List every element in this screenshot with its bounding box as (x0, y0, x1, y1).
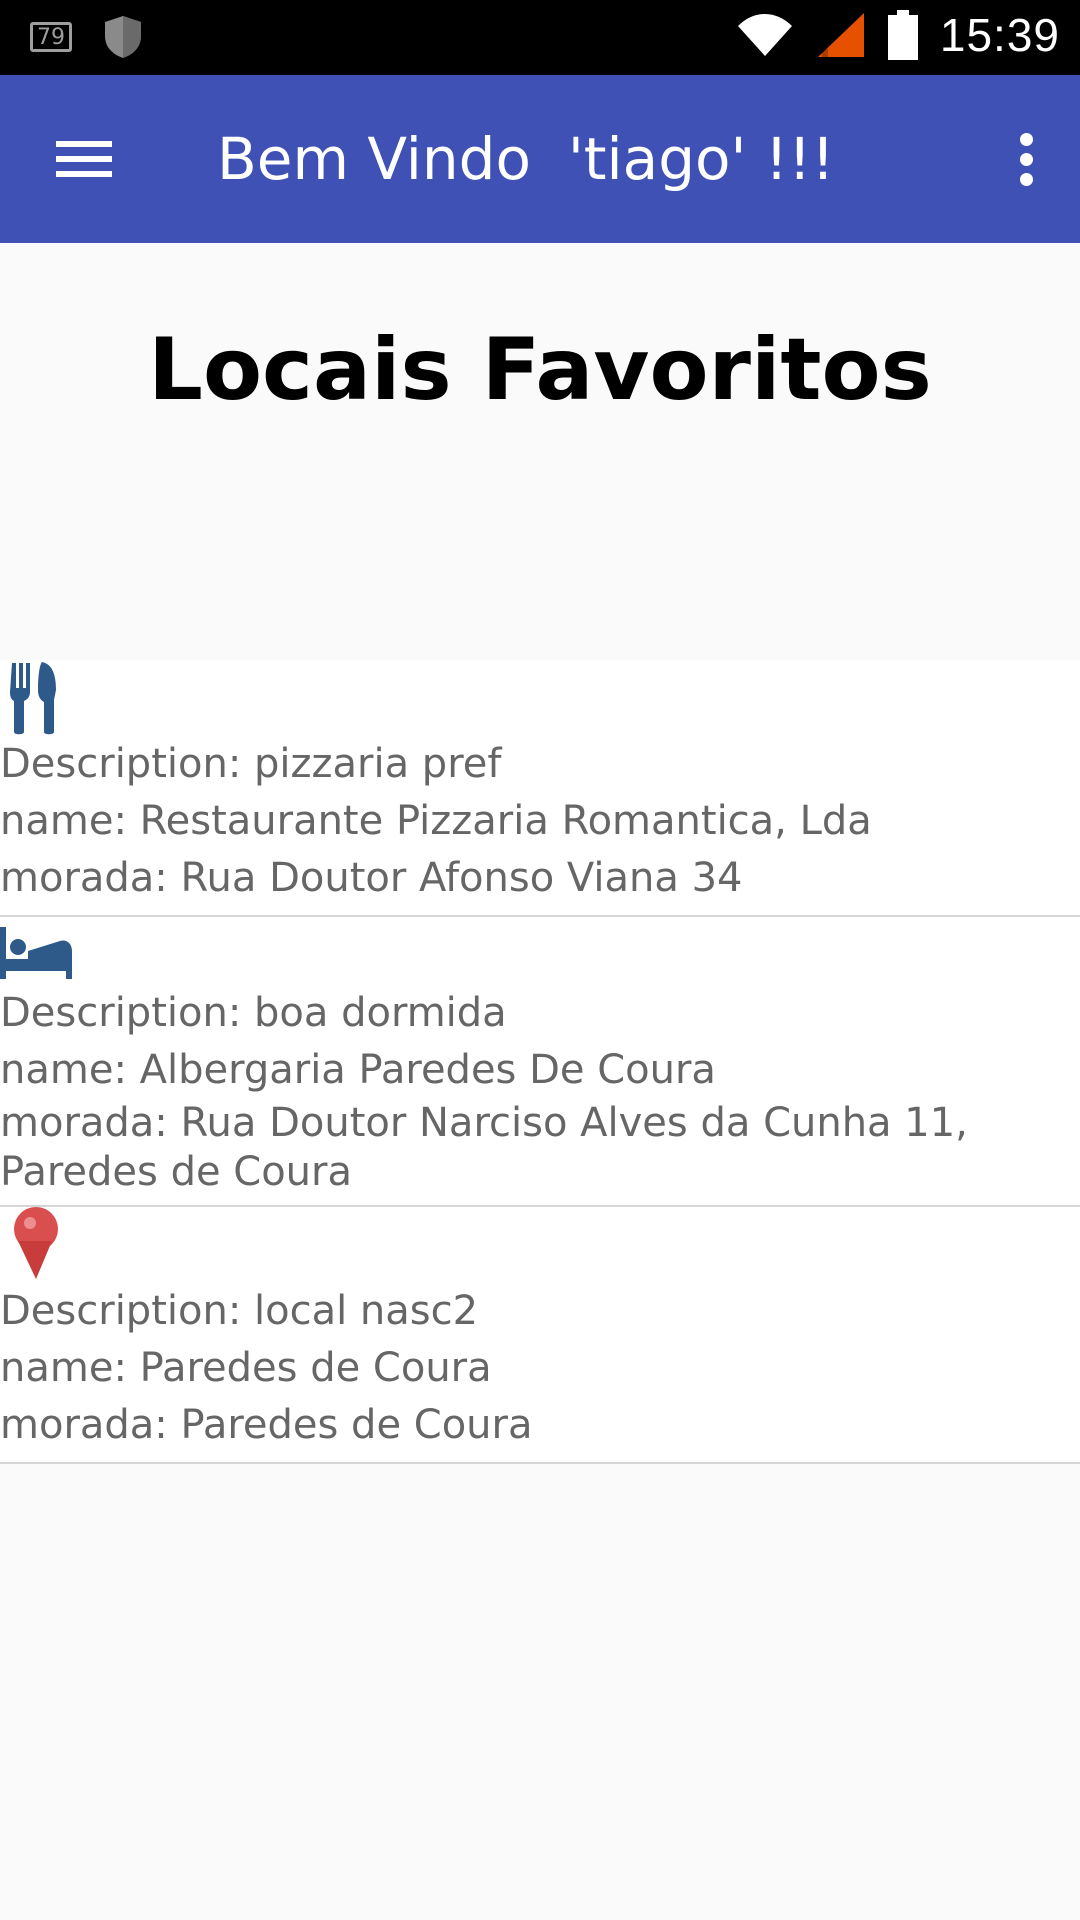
favorite-description: Description: local nasc2 (0, 1288, 479, 1334)
favorite-description: Description: pizzaria pref (0, 741, 502, 787)
shield-icon (105, 16, 141, 58)
favorite-name: name: Restaurante Pizzaria Romantica, Ld… (0, 798, 872, 844)
cell-signal-icon (817, 13, 864, 57)
page-title: Locais Favoritos (148, 320, 932, 420)
list-item[interactable]: Description: local nasc2 name: Paredes d… (0, 1207, 1080, 1464)
favorite-morada: morada: Rua Doutor Afonso Viana 34 (0, 855, 743, 901)
status-time: 15:39 (939, 9, 1060, 61)
favorite-name: name: Paredes de Coura (0, 1345, 492, 1391)
favorite-morada: morada: Rua Doutor Narciso Alves da Cunh… (0, 1100, 968, 1195)
hamburger-menu-icon[interactable] (42, 127, 122, 191)
status-bar-right: 15:39 (736, 8, 1060, 62)
wifi-icon (737, 14, 792, 56)
restaurant-icon (10, 662, 56, 735)
favorite-description: Description: boa dormida (0, 990, 507, 1036)
list-item[interactable]: Description: boa dormida name: Albergari… (0, 921, 1080, 1207)
favorite-name: name: Albergaria Paredes De Coura (0, 1047, 716, 1093)
favorites-list: Description: pizzaria pref name: Restaur… (0, 660, 1080, 1464)
map-pin-icon (14, 1207, 58, 1279)
favorite-morada: morada: Paredes de Coura (0, 1402, 533, 1448)
more-vert-icon[interactable] (1000, 125, 1050, 195)
app-bar-title: Bem Vindo 'tiago' !!! (217, 125, 835, 193)
list-item[interactable]: Description: pizzaria pref name: Restaur… (0, 660, 1080, 917)
hotel-icon (0, 927, 72, 979)
status-bar-left: 79 (30, 14, 144, 60)
app-bar: Bem Vindo 'tiago' !!! (0, 75, 1080, 243)
battery-icon (887, 10, 918, 60)
status-bar: 79 15:39 (0, 0, 1080, 75)
notification-icon: 79 (30, 22, 72, 52)
